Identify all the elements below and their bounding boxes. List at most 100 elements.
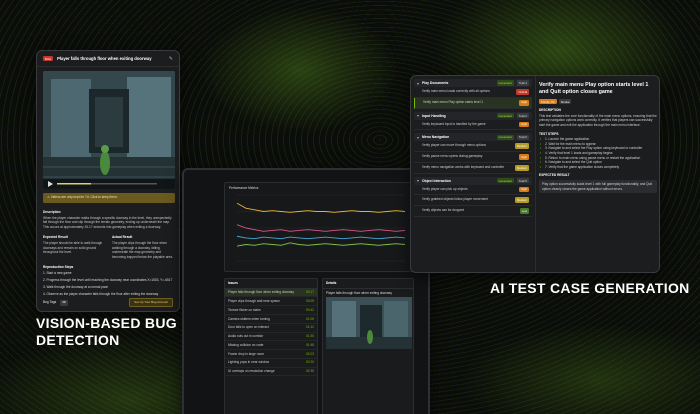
test-step: 7. Verify that the game application clos… [539, 165, 657, 170]
bug-tag-chip[interactable]: 3D [60, 299, 68, 306]
actual-text: The player clips through the floor when … [112, 240, 173, 259]
issue-row[interactable]: Texture flicker on stairs 00:42 [225, 306, 317, 315]
expected-heading: Expected Result [43, 235, 68, 240]
test-group-badge: Generated [496, 112, 514, 119]
test-group-header[interactable]: ▾ Input Handling Generated Total 2 [414, 111, 532, 120]
priority-badge: High [519, 154, 529, 160]
issue-time: 01:05 [306, 316, 314, 321]
test-case-row[interactable]: Verify menu navigation works with keyboa… [414, 163, 532, 174]
bug-report-footer: Bug Tags 3D Set Up Your Bug Account [43, 298, 173, 307]
issue-time: 01:48 [306, 342, 314, 347]
steps-heading: Reproduction Steps [43, 265, 74, 270]
bug-report-window: BUG Player falls through floor when exit… [36, 50, 180, 312]
description-heading: Description [43, 210, 61, 214]
detail-description-heading: DESCRIPTION [539, 108, 561, 113]
detail-description: This test validates the core functionali… [539, 113, 657, 127]
details-panel: Details Player falls through floor when … [322, 278, 414, 414]
bug-tags-label: Bug Tags [43, 300, 57, 305]
issue-title: Lighting pops in near window [228, 360, 270, 365]
actual-heading: Actual Result [112, 235, 133, 240]
issue-list: Player falls through floor when exiting … [225, 288, 317, 377]
detail-expected-heading: EXPECTED RESULT [539, 173, 570, 178]
issue-time: 02:20 [306, 360, 314, 365]
expected-text: The player should be able to walk throug… [43, 240, 103, 255]
issue-time: 00:09 [306, 298, 314, 303]
test-group-badge: Generated [496, 80, 514, 86]
test-case-row[interactable]: Verify player can pick up objects High [414, 185, 532, 196]
test-case-tags: Priority: P0 Smoke [539, 99, 657, 105]
warning-text: Videos are only kept for 7d. Click to ke… [50, 195, 118, 199]
test-case-text: Verify keyboard input is handled by the … [422, 121, 486, 126]
performance-label: Performance Metrics [229, 186, 259, 190]
ai-test-generation-caption: AI TEST CASE GENERATION [490, 280, 690, 296]
issue-row[interactable]: Door fails to open on interact 01:12 [225, 324, 317, 333]
step-item: 3. Walk through the doorway at a normal … [43, 285, 109, 290]
chevron-down-icon[interactable]: ▾ [417, 81, 419, 86]
issue-time: 02:03 [306, 351, 314, 356]
test-case-row[interactable]: Verify keyboard input is handled by the … [414, 120, 532, 131]
test-group-header[interactable]: ▾ Play Documents Generated Total 4 [414, 79, 532, 87]
reproduction-steps: 1. Start a new game 2. Progress through … [43, 271, 175, 297]
test-group: ▾ Input Handling Generated Total 2 Verify ke… [414, 111, 532, 131]
bug-account-button[interactable]: Set Up Your Bug Account [129, 298, 173, 307]
test-case-text: Verify pause menu opens during gameplay [422, 154, 483, 159]
test-group-name: Play Documents [422, 81, 449, 85]
chevron-down-icon[interactable]: ▾ [417, 113, 419, 118]
test-group-badge: Total 5 [516, 178, 529, 184]
test-group-badge: Total 4 [516, 80, 529, 86]
priority-badge: High [519, 99, 529, 106]
test-group-badge: Total 6 [516, 134, 529, 140]
test-group: ▾ Play Documents Generated Total 4 Verify ma… [414, 79, 532, 109]
issue-row[interactable]: Audio cuts out in corridor 01:30 [225, 333, 317, 342]
issue-time: 00:42 [306, 307, 314, 312]
test-case-row[interactable]: Verify objects can be dropped Low [414, 206, 532, 218]
issue-time: 02:35 [306, 369, 314, 374]
laptop-dashboard: Performance Metrics Issues Player falls … [182, 168, 430, 414]
test-case-text: Verify menu navigation works with keyboa… [422, 164, 505, 169]
test-group: ▾ Object Interaction Generated Total 5 Verif… [414, 176, 532, 218]
test-case-row[interactable]: Verify grabbed objects follow player mov… [414, 195, 532, 207]
chevron-down-icon[interactable]: ▾ [417, 178, 419, 183]
test-group: ▾ Menu Navigation Generated Total 6 Verify p… [414, 133, 532, 174]
video-retention-warning[interactable]: ⚠ Videos are only kept for 7d. Click to … [43, 193, 175, 203]
issue-time: 01:12 [306, 325, 314, 330]
test-case-text: Verify objects can be dropped [422, 208, 464, 213]
gameplay-video[interactable] [43, 71, 175, 189]
priority-badge: Medium [515, 164, 529, 171]
priority-badge: High [519, 121, 529, 128]
details-label: Details [323, 279, 413, 289]
test-case-row[interactable]: Verify main menu loads correctly with al… [414, 87, 532, 98]
issue-title: UI overlaps on resolution change [228, 369, 275, 374]
issue-row[interactable]: Player falls through floor when exiting … [225, 288, 317, 298]
priority-badge: Medium [515, 143, 529, 150]
test-case-text: Verify main menu Play option starts leve… [423, 99, 484, 104]
detail-video-thumbnail[interactable] [326, 297, 412, 350]
issue-row[interactable]: Player clips through wall near spawn 00:0… [225, 297, 317, 307]
test-case-row[interactable]: Verify main menu Play option starts leve… [414, 97, 532, 109]
test-case-text: Verify grabbed objects follow player mov… [422, 197, 488, 202]
priority-badge: High [519, 186, 529, 193]
issue-row[interactable]: Frame drop in large room 02:03 [225, 350, 317, 359]
issue-title: Player falls through floor when exiting … [228, 290, 294, 295]
performance-chart [236, 194, 406, 262]
result-columns: Expected Result The player should be abl… [43, 232, 175, 262]
vision-bug-detection-caption: VISION-BASED BUG DETECTION [36, 315, 177, 348]
test-case-row[interactable]: Verify pause menu opens during gameplay H… [414, 152, 532, 163]
performance-panel: Performance Metrics [224, 182, 414, 272]
chevron-down-icon[interactable]: ▾ [417, 135, 419, 140]
test-group-name: Input Handling [422, 113, 446, 118]
test-case-row[interactable]: Verify player can move through menu opti… [414, 141, 532, 153]
issue-time: 01:30 [306, 334, 314, 339]
priority-badge: Medium [515, 197, 529, 204]
test-group-header[interactable]: ▾ Menu Navigation Generated Total 6 [414, 133, 532, 142]
priority-badge: Critical [516, 89, 529, 95]
test-group-name: Object Interaction [422, 178, 451, 183]
test-group-header[interactable]: ▾ Object Interaction Generated Total 5 [414, 176, 532, 185]
edit-icon[interactable]: ✎ [169, 56, 173, 62]
issue-row[interactable]: Missing collision on crate 01:48 [225, 341, 317, 351]
issue-row[interactable]: UI overlaps on resolution change 02:35 [225, 368, 317, 377]
issue-row[interactable]: Camera stutters when turning 01:05 [225, 315, 317, 324]
bug-tag-badge: BUG [43, 55, 54, 62]
priority-badge: Low [519, 208, 529, 215]
issue-row[interactable]: Lighting pops in near window 02:20 [225, 359, 317, 368]
